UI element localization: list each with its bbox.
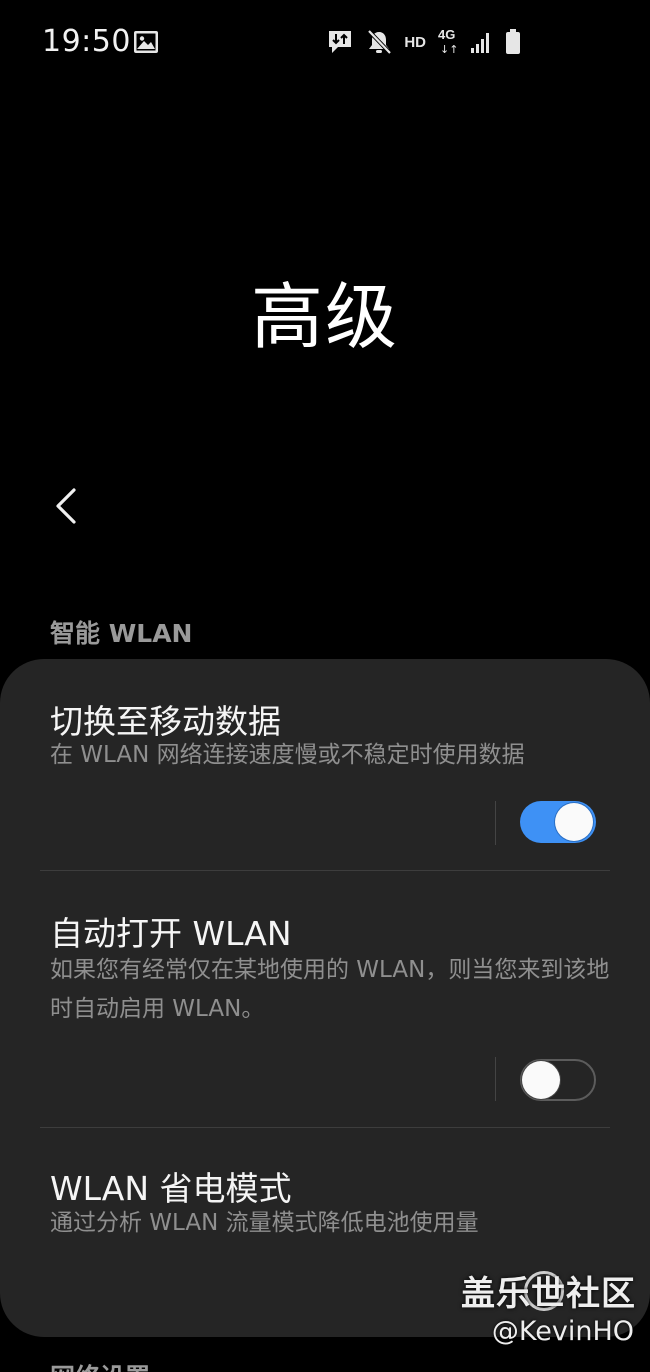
- auto-turn-on-wlan-toggle[interactable]: [520, 1059, 596, 1101]
- toggle-knob: [522, 1061, 560, 1099]
- status-icons: HD 4G ↓↑: [326, 24, 522, 60]
- setting-auto-turn-on-wlan[interactable]: 自动打开 WLAN 如果您有经常仅在某地使用的 WLAN，则当您来到该地时自动启…: [0, 871, 650, 1127]
- toggle-knob: [555, 803, 593, 841]
- page-title: 高级: [250, 275, 399, 359]
- data-sync-message-icon: [329, 31, 352, 53]
- section-header-network-settings: 网络设置: [50, 1358, 150, 1372]
- screen: 19:50 HD 4G ↓↑ 高级 智能 WLAN 切换至移动数据 在 WLAN…: [0, 0, 650, 1372]
- settings-card: 切换至移动数据 在 WLAN 网络连接速度慢或不稳定时使用数据 自动打开 WLA…: [0, 659, 650, 1337]
- mute-icon: [367, 29, 392, 55]
- back-button[interactable]: [40, 480, 92, 532]
- hd-voice-indicator: HD: [404, 33, 426, 51]
- vertical-divider: [495, 801, 496, 845]
- switch-to-mobile-data-toggle[interactable]: [520, 801, 596, 843]
- watermark-user: @KevinHO: [491, 1316, 634, 1347]
- battery-icon: [506, 29, 520, 54]
- status-time: 19:50: [42, 24, 131, 59]
- watermark-logo: 盖乐世社区: [461, 1274, 636, 1314]
- signal-strength-icon: [471, 33, 489, 53]
- section-header-smart-wlan: 智能 WLAN: [50, 619, 193, 648]
- vertical-divider: [495, 1057, 496, 1101]
- setting-description: 如果您有经常仅在某地使用的 WLAN，则当您来到该地时自动启用 WLAN。: [50, 957, 610, 1022]
- setting-description: 在 WLAN 网络连接速度慢或不稳定时使用数据: [50, 742, 525, 768]
- setting-switch-to-mobile-data[interactable]: 切换至移动数据 在 WLAN 网络连接速度慢或不稳定时使用数据: [0, 659, 650, 869]
- network-type-indicator: 4G ↓↑: [438, 27, 459, 56]
- setting-title: 自动打开 WLAN: [50, 914, 292, 953]
- status-bar: 19:50 HD 4G ↓↑: [0, 0, 650, 86]
- chevron-left-icon: [56, 488, 76, 524]
- gallery-notification-icon: [134, 31, 158, 53]
- setting-description: 通过分析 WLAN 流量模式降低电池使用量: [50, 1210, 479, 1236]
- setting-title: WLAN 省电模式: [50, 1169, 292, 1208]
